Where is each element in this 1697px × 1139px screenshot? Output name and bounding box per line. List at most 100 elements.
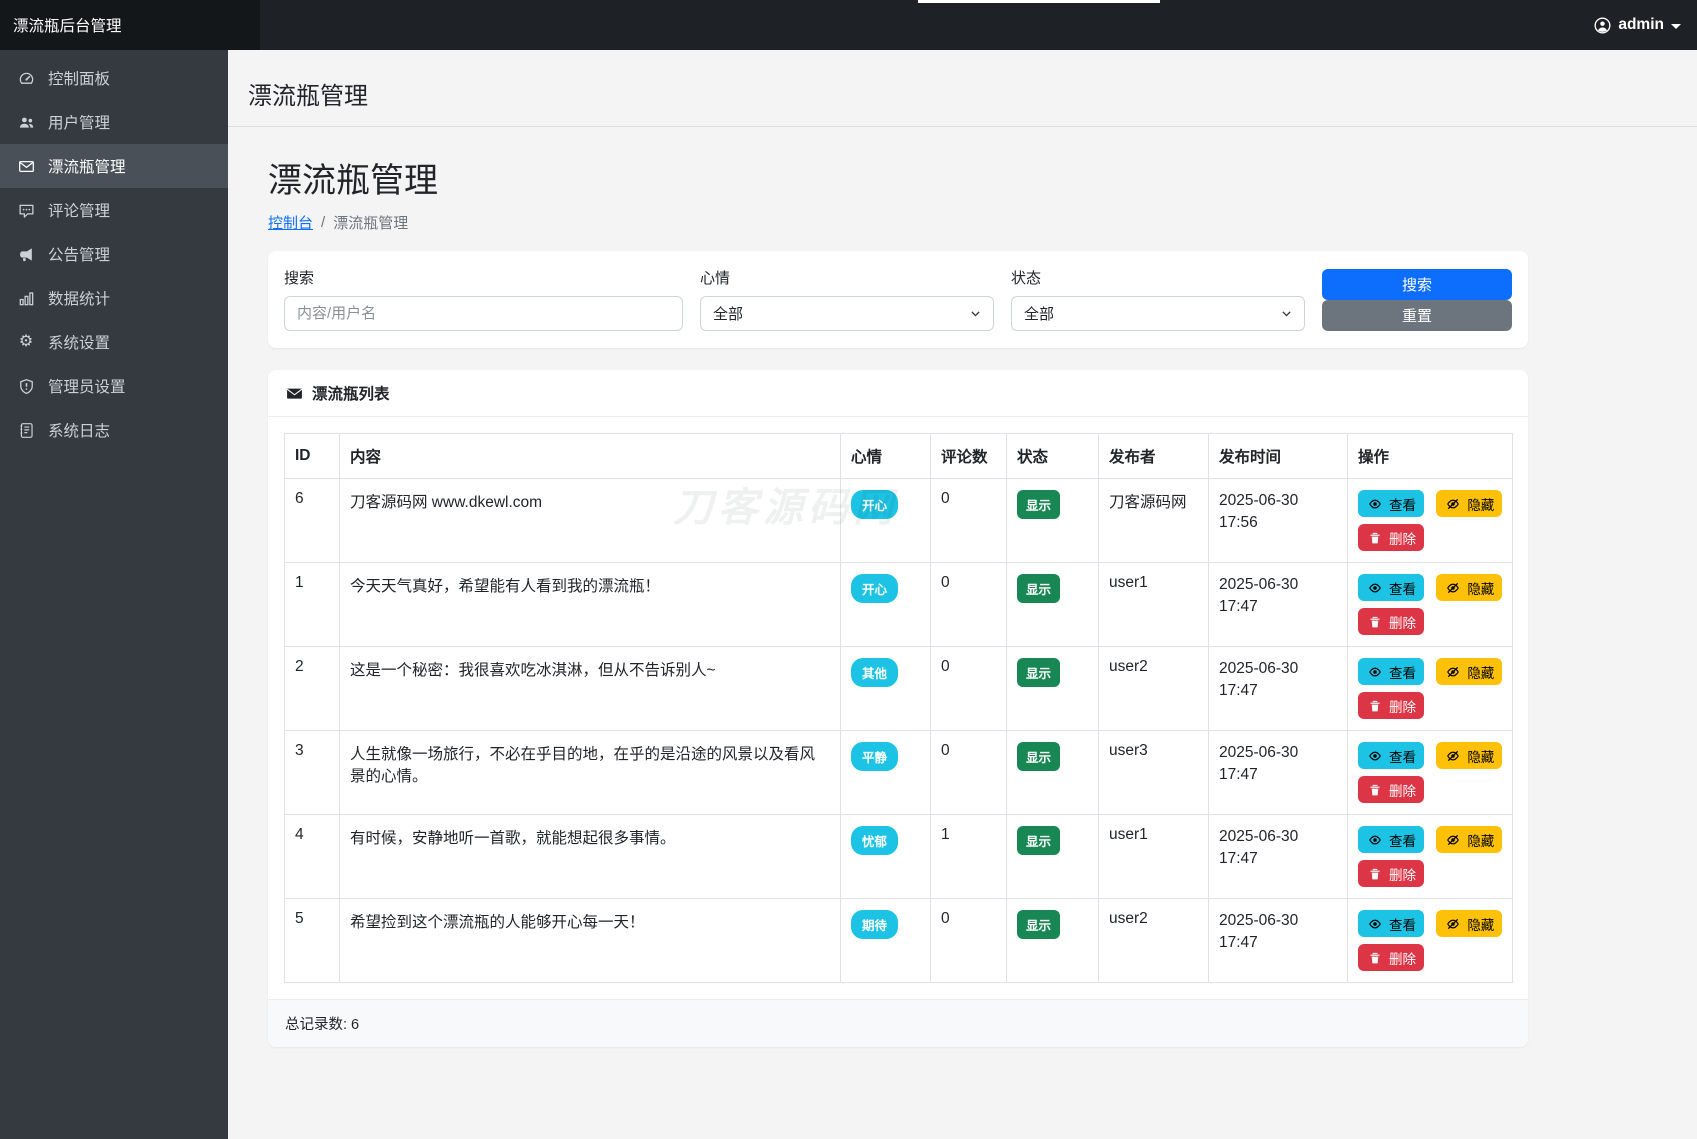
hide-button[interactable]: 隐藏 xyxy=(1436,910,1502,937)
cell-id: 2 xyxy=(285,647,340,731)
card-title: 漂流瓶列表 xyxy=(312,382,390,404)
chevron-down-icon xyxy=(1280,307,1293,324)
sidebar-item-label: 数据统计 xyxy=(48,287,110,309)
cell-actions: 查看 隐藏 删除 xyxy=(1348,815,1513,899)
publish-time: 17:47 xyxy=(1219,932,1337,954)
status-badge: 显示 xyxy=(1017,490,1060,519)
view-button[interactable]: 查看 xyxy=(1358,742,1424,769)
cell-status: 显示 xyxy=(1007,647,1099,731)
cell-author: user2 xyxy=(1099,647,1209,731)
render-artifact xyxy=(918,0,1160,3)
delete-button[interactable]: 删除 xyxy=(1358,608,1424,635)
card-header: 漂流瓶列表 xyxy=(268,370,1528,417)
sidebar-item-label: 控制面板 xyxy=(48,67,110,89)
delete-button[interactable]: 删除 xyxy=(1358,944,1424,971)
table-row: 4 有时候，安静地听一首歌，就能想起很多事情。 忧郁 1 显示 user1 20… xyxy=(285,815,1513,899)
mood-badge: 其他 xyxy=(851,658,898,687)
cell-mood: 忧郁 xyxy=(841,815,931,899)
trash-icon xyxy=(1366,783,1384,797)
eye-slash-icon xyxy=(1444,581,1462,595)
sidebar-item-logs[interactable]: 系统日志 xyxy=(0,408,228,452)
view-button[interactable]: 查看 xyxy=(1358,574,1424,601)
view-button[interactable]: 查看 xyxy=(1358,826,1424,853)
status-badge: 显示 xyxy=(1017,658,1060,687)
sidebar-item-statistics[interactable]: 数据统计 xyxy=(0,276,228,320)
hide-button[interactable]: 隐藏 xyxy=(1436,574,1502,601)
delete-button[interactable]: 删除 xyxy=(1358,692,1424,719)
cell-comments: 0 xyxy=(931,731,1007,815)
delete-button[interactable]: 删除 xyxy=(1358,860,1424,887)
sidebar-nav: 控制面板 用户管理 漂流瓶管理 评论管理 公告管理 数据统计 ⚙ 系统设置 xyxy=(0,50,228,1139)
admin-dropdown[interactable]: admin xyxy=(1593,0,1681,50)
cell-id: 5 xyxy=(285,899,340,983)
status-badge: 显示 xyxy=(1017,574,1060,603)
trash-icon xyxy=(1366,615,1384,629)
view-button[interactable]: 查看 xyxy=(1358,658,1424,685)
sidebar-item-users[interactable]: 用户管理 xyxy=(0,100,228,144)
trash-icon xyxy=(1366,699,1384,713)
trash-icon xyxy=(1366,867,1384,881)
cell-status: 显示 xyxy=(1007,731,1099,815)
cell-comments: 0 xyxy=(931,899,1007,983)
bottle-list-card: 刀客源码网 漂流瓶列表 ID 内容 心 xyxy=(268,370,1528,1047)
search-field-group: 搜索 xyxy=(284,267,683,332)
breadcrumb-current: 漂流瓶管理 xyxy=(333,212,408,233)
eye-slash-icon xyxy=(1444,497,1462,511)
cell-comments: 0 xyxy=(931,647,1007,731)
cell-author: user2 xyxy=(1099,899,1209,983)
status-badge: 显示 xyxy=(1017,742,1060,771)
cell-status: 显示 xyxy=(1007,479,1099,563)
sidebar-item-dashboard[interactable]: 控制面板 xyxy=(0,56,228,100)
sidebar-item-bottles[interactable]: 漂流瓶管理 xyxy=(0,144,228,188)
caret-down-icon xyxy=(1671,24,1681,29)
chevron-down-icon xyxy=(969,307,982,324)
hide-button[interactable]: 隐藏 xyxy=(1436,658,1502,685)
column-id: ID xyxy=(285,434,340,479)
table-row: 2 这是一个秘密：我很喜欢吃冰淇淋，但从不告诉别人~ 其他 0 显示 user2… xyxy=(285,647,1513,731)
column-content: 内容 xyxy=(340,434,841,479)
trash-icon xyxy=(1366,531,1384,545)
filter-card: 搜索 心情 全部 状态 全部 xyxy=(268,251,1528,348)
cell-mood: 开心 xyxy=(841,479,931,563)
cell-publish-time: 2025-06-30 17:47 xyxy=(1209,731,1348,815)
hide-button[interactable]: 隐藏 xyxy=(1436,826,1502,853)
view-button[interactable]: 查看 xyxy=(1358,910,1424,937)
sidebar-item-label: 漂流瓶管理 xyxy=(48,155,126,177)
publish-time: 17:47 xyxy=(1219,848,1337,870)
cell-comments: 0 xyxy=(931,563,1007,647)
breadcrumb-link-console[interactable]: 控制台 xyxy=(268,212,313,233)
delete-button[interactable]: 删除 xyxy=(1358,776,1424,803)
eye-slash-icon xyxy=(1444,749,1462,763)
search-button[interactable]: 搜索 xyxy=(1322,269,1512,300)
mood-label: 心情 xyxy=(700,267,994,288)
mood-select[interactable]: 全部 xyxy=(700,296,994,331)
cell-publish-time: 2025-06-30 17:56 xyxy=(1209,479,1348,563)
column-actions: 操作 xyxy=(1348,434,1513,479)
hide-button[interactable]: 隐藏 xyxy=(1436,490,1502,517)
view-button[interactable]: 查看 xyxy=(1358,490,1424,517)
eye-icon xyxy=(1366,497,1384,511)
page-title: 漂流瓶管理 xyxy=(268,153,1697,202)
sidebar-item-comments[interactable]: 评论管理 xyxy=(0,188,228,232)
column-mood: 心情 xyxy=(841,434,931,479)
status-select[interactable]: 全部 xyxy=(1011,296,1305,331)
sidebar-item-settings[interactable]: ⚙ 系统设置 xyxy=(0,320,228,364)
shield-icon xyxy=(17,377,35,395)
delete-button[interactable]: 删除 xyxy=(1358,524,1424,551)
mood-badge: 开心 xyxy=(851,490,898,519)
cell-author: user1 xyxy=(1099,815,1209,899)
content-container: 漂流瓶管理 控制台 / 漂流瓶管理 搜索 心情 全部 xyxy=(228,153,1697,1047)
sidebar-item-admins[interactable]: 管理员设置 xyxy=(0,364,228,408)
reset-button[interactable]: 重置 xyxy=(1322,300,1512,331)
sidebar-item-label: 公告管理 xyxy=(48,243,110,265)
sidebar-item-announcements[interactable]: 公告管理 xyxy=(0,232,228,276)
cell-actions: 查看 隐藏 删除 xyxy=(1348,563,1513,647)
bottle-table: ID 内容 心情 评论数 状态 发布者 发布时间 操作 6 刀客源码网 www.… xyxy=(284,433,1513,983)
publish-date: 2025-06-30 xyxy=(1219,490,1337,512)
search-input[interactable] xyxy=(284,296,683,331)
gear-icon: ⚙ xyxy=(17,333,35,351)
cell-comments: 0 xyxy=(931,479,1007,563)
eye-icon xyxy=(1366,665,1384,679)
page-top-title: 漂流瓶管理 xyxy=(228,50,1697,127)
hide-button[interactable]: 隐藏 xyxy=(1436,742,1502,769)
